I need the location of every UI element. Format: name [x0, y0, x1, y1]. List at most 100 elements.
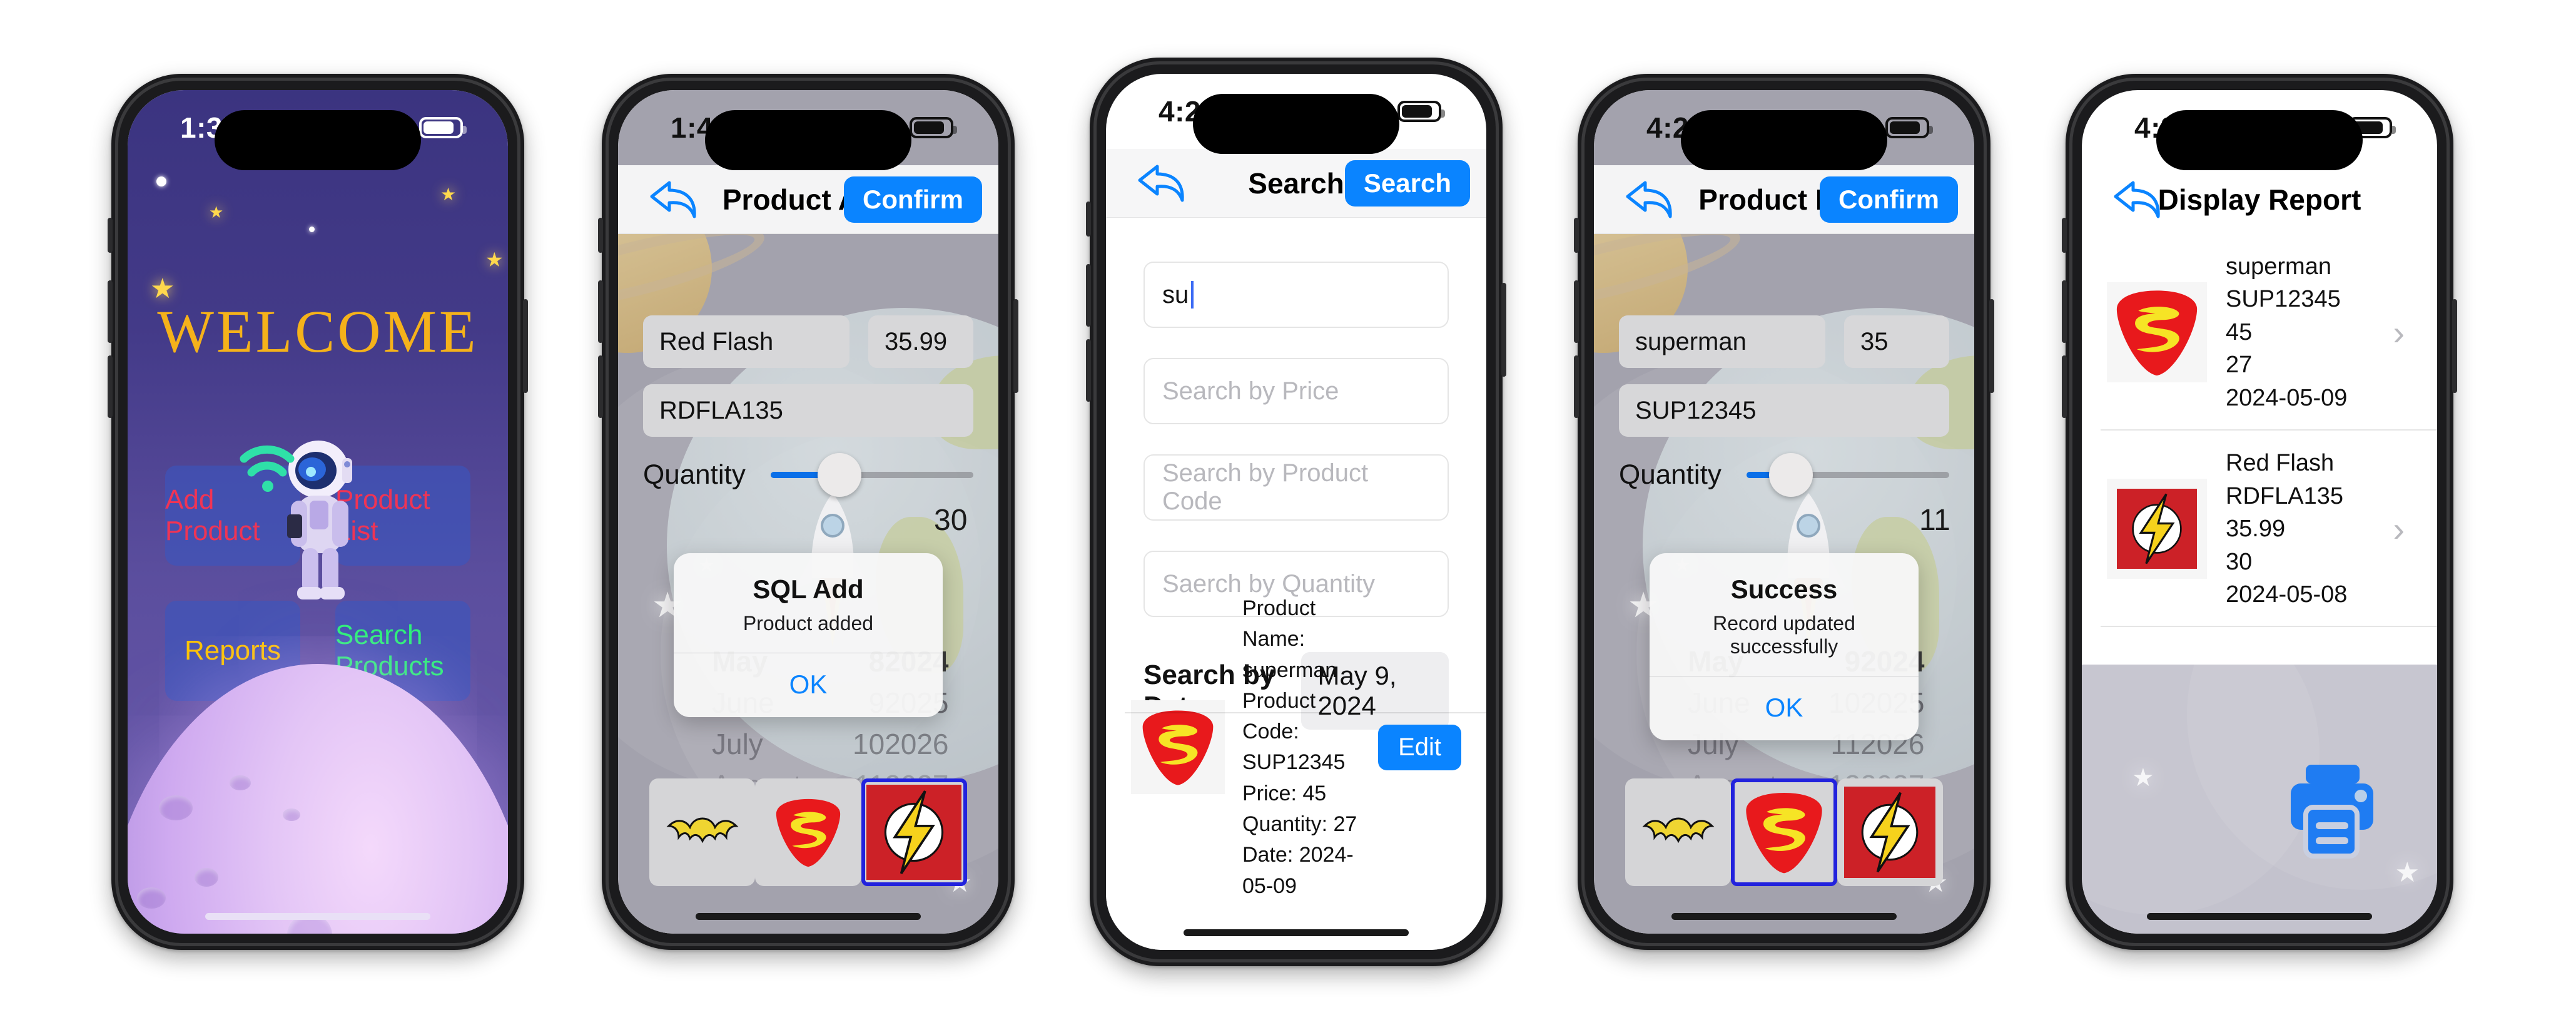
star-dot — [156, 176, 166, 186]
alert-title: SQL Add — [753, 574, 864, 604]
star-icon: ★ — [485, 248, 504, 271]
dynamic-island — [1681, 110, 1887, 170]
image-picker — [1625, 778, 1943, 886]
search-result-row[interactable]: Product Name: superman Product Code: SUP… — [1106, 593, 1486, 902]
product-code-field[interactable]: SUP12345 — [1619, 384, 1949, 437]
welcome-screen: ★ ★ ★ ★ WELCOME Add Product Product List… — [128, 90, 508, 934]
product-name-field[interactable]: Red Flash — [643, 315, 849, 368]
printer-icon[interactable] — [2282, 765, 2382, 859]
product-edit-screen: ★ ★ ★ ★ superman 35 SUP12345 Quantity 11 — [1594, 90, 1974, 934]
image-picker — [649, 778, 967, 886]
dynamic-island — [1193, 94, 1399, 154]
phone-display-report: superman SUP12345 45 27 2024-05-09 › Red… — [2062, 74, 2457, 950]
result-price: Price: 45 — [1242, 781, 1327, 805]
row-code: SUP12345 — [2226, 286, 2341, 313]
search-screen: su Search by Price Search by Product Cod… — [1106, 74, 1486, 950]
battery-icon — [1397, 101, 1445, 122]
picker-item[interactable]: July — [712, 723, 853, 765]
code-row: RDFLA135 — [643, 384, 973, 437]
flash-logo-thumb[interactable] — [861, 778, 967, 886]
battery-icon — [419, 117, 467, 138]
search-body: su Search by Price Search by Product Cod… — [1106, 218, 1486, 950]
back-arrow-icon[interactable] — [1624, 178, 1678, 222]
table-row[interactable]: Red Flash RDFLA135 35.99 30 2024-05-08 › — [2082, 431, 2437, 628]
success-alert: Success Record updated successfully OK — [1650, 553, 1919, 740]
home-indicator[interactable] — [696, 913, 921, 920]
phone-product-edit: ★ ★ ★ ★ superman 35 SUP12345 Quantity 11 — [1574, 74, 1994, 950]
search-by-product-code-input[interactable]: Search by Product Code — [1143, 454, 1449, 521]
result-product-name: Product Name: superman — [1242, 596, 1337, 682]
row-qty: 27 — [2226, 352, 2253, 379]
quantity-row: Quantity — [643, 453, 973, 497]
flash-logo-icon — [2117, 489, 2197, 569]
alert-ok-button[interactable]: OK — [1650, 676, 1919, 740]
home-indicator[interactable] — [2147, 913, 2372, 920]
superman-logo-icon — [776, 798, 841, 867]
back-arrow-icon[interactable] — [648, 178, 702, 222]
product-code-field[interactable]: RDFLA135 — [643, 384, 973, 437]
quantity-row: Quantity — [1619, 453, 1949, 497]
flash-logo-thumb[interactable] — [1837, 778, 1943, 886]
nav-bar: Search Search — [1106, 149, 1486, 218]
product-price-field[interactable]: 35 — [1844, 315, 1949, 368]
star-icon: ★ — [209, 203, 224, 222]
star-icon: ★ — [2132, 764, 2154, 792]
name-price-row: superman 35 — [1619, 315, 1949, 368]
superman-logo-icon — [1142, 710, 1214, 786]
wifi-signal-icon — [240, 445, 295, 492]
phone-search: su Search by Price Search by Product Cod… — [1086, 58, 1506, 966]
nav-bar: Product Edit Confirm — [1594, 165, 1974, 234]
home-indicator[interactable] — [1671, 913, 1897, 920]
alert-ok-button[interactable]: OK — [674, 653, 943, 717]
confirm-button[interactable]: Confirm — [1820, 176, 1958, 223]
result-image — [1131, 700, 1225, 795]
report-footer: ★ ★ — [2082, 665, 2437, 934]
confirm-button[interactable]: Confirm — [844, 176, 982, 223]
table-row[interactable]: superman SUP12345 45 27 2024-05-09 › — [2082, 234, 2437, 431]
quantity-label: Quantity — [643, 459, 746, 490]
quantity-slider[interactable] — [770, 453, 973, 497]
star-dot — [309, 227, 315, 232]
row-price: 35.99 — [2226, 516, 2286, 543]
product-name-field[interactable]: superman — [1619, 315, 1825, 368]
result-details: Product Name: superman Product Code: SUP… — [1225, 593, 1378, 902]
flash-logo-icon — [1844, 787, 1936, 878]
row-date: 2024-05-08 — [2226, 581, 2348, 608]
batman-logo-thumb[interactable] — [1625, 778, 1732, 886]
code-row: SUP12345 — [1619, 384, 1949, 437]
batman-logo-icon — [666, 817, 739, 844]
quantity-slider[interactable] — [1746, 453, 1949, 497]
text-caret — [1191, 281, 1194, 309]
back-arrow-icon[interactable] — [2112, 178, 2166, 222]
product-price-field[interactable]: 35.99 — [868, 315, 973, 368]
superman-logo-thumb[interactable] — [1731, 778, 1837, 886]
edit-button[interactable]: Edit — [1378, 724, 1461, 770]
dynamic-island — [2156, 110, 2363, 170]
home-indicator[interactable] — [205, 913, 430, 920]
row-date: 2024-05-09 — [2226, 384, 2348, 411]
phone-product-add: ★ ★ ★ ★ Red Flash 35.99 RDFLA135 Quantit… — [598, 74, 1018, 950]
superman-logo-icon — [2116, 290, 2198, 376]
phone-welcome: ★ ★ ★ ★ WELCOME Add Product Product List… — [108, 74, 528, 950]
nav-bar: Product Add Confirm — [618, 165, 998, 234]
chevron-right-icon: › — [2393, 509, 2405, 549]
flash-logo-icon — [866, 785, 962, 880]
search-button[interactable]: Search — [1344, 160, 1470, 207]
batman-logo-thumb[interactable] — [649, 778, 756, 886]
back-arrow-icon[interactable] — [1136, 161, 1190, 205]
battery-icon — [910, 117, 957, 138]
picker-item[interactable]: 2026 — [885, 723, 948, 765]
superman-logo-thumb[interactable] — [755, 778, 861, 886]
home-indicator[interactable] — [1184, 929, 1409, 936]
row-qty: 30 — [2226, 548, 2253, 575]
search-by-price-input[interactable]: Search by Price — [1143, 358, 1449, 424]
row-name: Red Flash — [2226, 450, 2335, 477]
nav-bar: Display Report — [2082, 165, 2437, 234]
quantity-value: 30 — [934, 504, 968, 537]
quantity-label: Quantity — [1619, 459, 1722, 490]
sql-add-alert: SQL Add Product added OK — [674, 553, 943, 717]
search-by-name-input[interactable]: su — [1143, 262, 1449, 328]
picker-item[interactable]: 10 — [853, 723, 885, 765]
alert-title: Success — [1730, 574, 1838, 604]
report-list: superman SUP12345 45 27 2024-05-09 › Red… — [2082, 234, 2437, 628]
